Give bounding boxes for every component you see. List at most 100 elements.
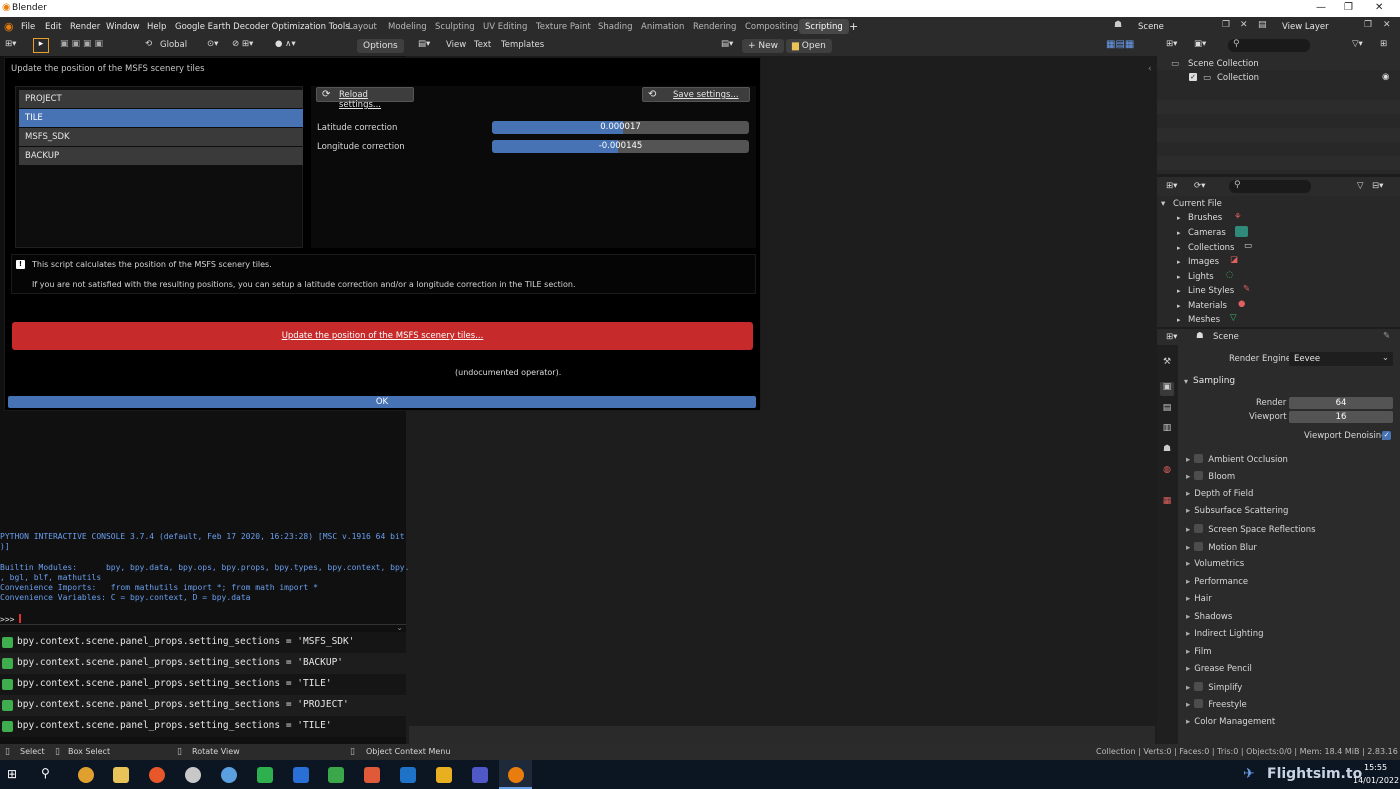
file-item-cameras[interactable]: Cameras — [1188, 228, 1226, 238]
reload-settings-button[interactable]: ⟳ Reload settings... — [316, 87, 414, 110]
panel-subsurface-scattering[interactable]: ▸ Subsurface Scattering — [1186, 506, 1288, 516]
expand-arrow-icon[interactable]: ▾ — [1161, 199, 1165, 209]
panel-grease-pencil[interactable]: ▸ Grease Pencil — [1186, 664, 1252, 674]
info-report-row[interactable]: bpy.context.scene.panel_props.setting_se… — [0, 674, 406, 695]
tab-scripting[interactable]: Scripting — [799, 19, 849, 34]
notepad-icon[interactable] — [328, 767, 344, 783]
collection-checkbox[interactable]: ✓ — [1189, 73, 1197, 81]
chrome-icon[interactable] — [78, 767, 94, 783]
select-tool-icon[interactable]: ▸ — [33, 38, 49, 53]
pin-icon[interactable]: ✎ — [1383, 331, 1390, 341]
info-report-row[interactable]: bpy.context.scene.panel_props.setting_se… — [0, 653, 406, 674]
section-item-project[interactable]: PROJECT — [19, 90, 303, 108]
longitude-slider[interactable]: -0.000145 — [492, 140, 749, 153]
select-mode-icons[interactable]: ▣▣▣▣ — [60, 39, 130, 52]
new-text-button[interactable]: + New — [742, 39, 785, 53]
pycharm-icon[interactable] — [257, 767, 273, 783]
view-layer-selector[interactable]: View Layer — [1282, 22, 1329, 32]
browser-icon[interactable] — [221, 767, 237, 783]
tab-uv-editing[interactable]: UV Editing — [477, 19, 533, 34]
scene-selector[interactable]: Scene — [1138, 22, 1164, 32]
panel-volumetrics[interactable]: ▸ Volumetrics — [1186, 559, 1244, 569]
tab-layout[interactable]: Layout — [342, 19, 383, 34]
file-item-brushes[interactable]: Brushes — [1188, 213, 1222, 223]
file-item-images[interactable]: Images — [1188, 257, 1219, 267]
info-report-row[interactable]: bpy.context.scene.panel_props.setting_se… — [0, 632, 406, 653]
file-item-collections[interactable]: Collections — [1188, 243, 1234, 253]
tab-compositing[interactable]: Compositing — [739, 19, 804, 34]
text-text-menu[interactable]: Text — [474, 40, 491, 50]
tab-shading[interactable]: Shading — [592, 19, 639, 34]
expand-arrow-icon[interactable]: ▸ — [1177, 229, 1181, 237]
viewport-denoising-checkbox[interactable]: ✓ — [1382, 431, 1391, 440]
copy-layer-icon[interactable]: ❐ — [1364, 20, 1372, 30]
close-button[interactable]: ✕ — [1375, 2, 1383, 13]
windows-start-icon[interactable]: ⊞ — [7, 767, 17, 781]
minimize-button[interactable]: — — [1316, 2, 1326, 13]
tab-rendering[interactable]: Rendering — [687, 19, 742, 34]
tab-modeling[interactable]: Modeling — [382, 19, 433, 34]
current-file-label[interactable]: Current File — [1173, 199, 1222, 209]
menu-help[interactable]: Help — [147, 22, 166, 32]
panel-shadows[interactable]: ▸ Shadows — [1186, 612, 1232, 622]
panel-checkbox[interactable] — [1194, 542, 1204, 551]
sampling-panel-header[interactable]: Sampling — [1193, 376, 1235, 386]
text-templates-menu[interactable]: Templates — [501, 40, 544, 50]
options-dropdown[interactable]: Options — [357, 39, 404, 53]
expand-arrow-icon[interactable]: ▸ — [1177, 273, 1181, 281]
save-settings-button[interactable]: ⟲ Save settings... — [642, 87, 750, 102]
expand-arrow-icon[interactable]: ▸ — [1177, 287, 1181, 295]
panel-film[interactable]: ▸ Film — [1186, 647, 1212, 657]
panel-hair[interactable]: ▸ Hair — [1186, 594, 1212, 604]
section-item-tile[interactable]: TILE — [19, 109, 303, 127]
blender-menu-icon[interactable]: ◉ — [4, 20, 14, 33]
panel-checkbox[interactable] — [1194, 699, 1204, 708]
outlook-icon[interactable] — [400, 767, 416, 783]
world-tab-icon[interactable]: ◍ — [1160, 465, 1174, 479]
info-report-row[interactable]: bpy.context.scene.panel_props.setting_se… — [0, 716, 406, 737]
panel-checkbox[interactable] — [1194, 471, 1204, 480]
panel-color-management[interactable]: ▸ Color Management — [1186, 717, 1275, 727]
view-toggle-icons[interactable]: ▦▤▦ — [1106, 39, 1134, 50]
panel-performance[interactable]: ▸ Performance — [1186, 577, 1248, 587]
git-icon[interactable] — [364, 767, 380, 783]
file-explorer-icon[interactable] — [113, 767, 129, 783]
app-icon[interactable] — [185, 767, 201, 783]
file-item-materials[interactable]: Materials — [1188, 301, 1227, 311]
tool-tab-icon[interactable]: ⚒ — [1160, 357, 1174, 371]
update-position-button[interactable]: Update the position of the MSFS scenery … — [12, 322, 753, 350]
transform-orientation[interactable]: Global — [160, 40, 187, 50]
console-prompt[interactable]: >>> — [0, 614, 22, 624]
text-browse-icon[interactable]: ▤▾ — [721, 39, 733, 49]
output-tab-icon[interactable]: ▤ — [1160, 403, 1174, 417]
panel-checkbox[interactable] — [1194, 524, 1204, 533]
filter-icon[interactable]: ▽ — [1357, 181, 1364, 191]
menu-file[interactable]: File — [21, 22, 35, 32]
blend-file-icon[interactable]: ⟳▾ — [1194, 181, 1205, 191]
remove-layer-icon[interactable]: ✕ — [1383, 20, 1391, 30]
close-icon[interactable]: ✕ — [1240, 20, 1248, 30]
options-icon[interactable]: ⊟▾ — [1372, 181, 1383, 191]
panel-checkbox[interactable] — [1194, 682, 1204, 691]
info-report-row[interactable]: bpy.context.scene.panel_props.setting_se… — [0, 695, 406, 716]
pivot-icon[interactable]: ⊙▾ — [207, 39, 218, 49]
maximize-button[interactable]: ❐ — [1344, 2, 1353, 13]
expand-arrow-icon[interactable]: ▸ — [1177, 244, 1181, 252]
expand-arrow-icon[interactable]: ▸ — [1177, 302, 1181, 310]
scene-collection-label[interactable]: Scene Collection — [1188, 59, 1259, 69]
collection-label[interactable]: Collection — [1217, 73, 1259, 83]
panel-indirect-lighting[interactable]: ▸ Indirect Lighting — [1186, 629, 1264, 639]
collapse-sidebar-icon[interactable]: ‹ — [1148, 64, 1152, 74]
render-samples-field[interactable]: 64 — [1289, 397, 1393, 409]
tab-sculpting[interactable]: Sculpting — [429, 19, 481, 34]
editor-type-icon[interactable]: ⊞▾ — [1166, 181, 1177, 191]
teams-icon[interactable] — [472, 767, 488, 783]
section-item-backup[interactable]: BACKUP — [19, 147, 303, 165]
editor-type-icon[interactable]: ⊞▾ — [5, 39, 16, 49]
firefox-icon[interactable] — [149, 767, 165, 783]
file-item-meshes[interactable]: Meshes — [1188, 315, 1220, 325]
panel-simplify[interactable]: ▸ Simplify — [1186, 682, 1242, 693]
eye-icon[interactable]: ◉ — [1382, 72, 1389, 82]
panel-screen-space-reflections[interactable]: ▸ Screen Space Reflections — [1186, 524, 1316, 535]
texture-tab-icon[interactable]: ▦ — [1160, 496, 1174, 510]
